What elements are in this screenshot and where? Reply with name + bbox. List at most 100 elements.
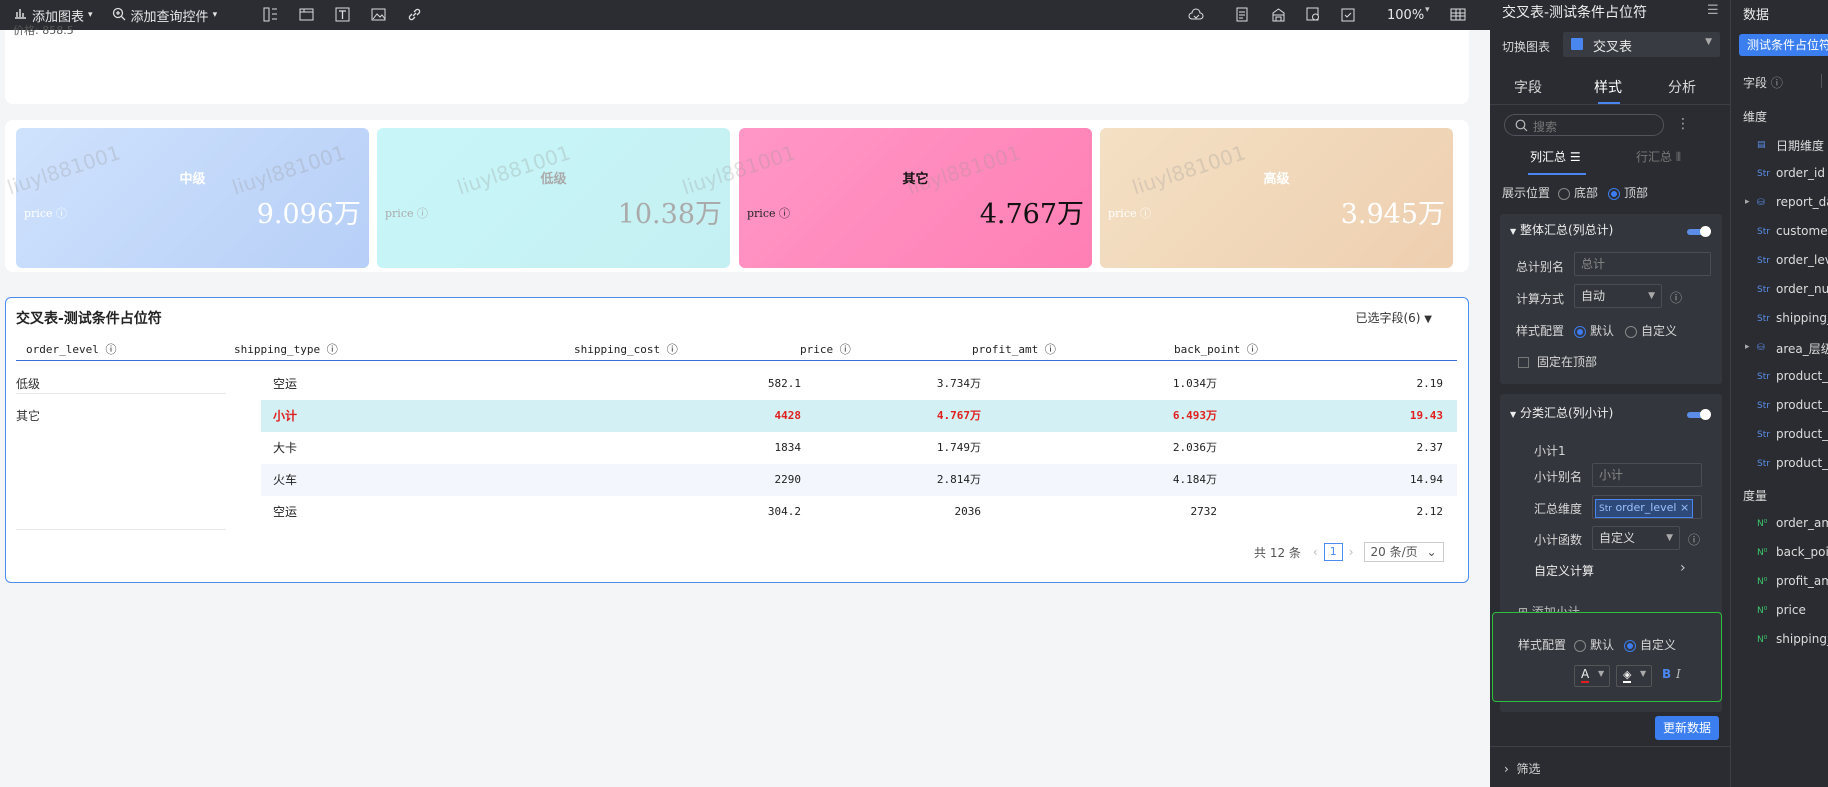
checklist-icon[interactable]: [1340, 7, 1356, 23]
custom-calc-link[interactable]: 自定义计算: [1534, 562, 1594, 579]
dimension-field[interactable]: order_lev: [1776, 253, 1828, 267]
caret-right-icon[interactable]: ▸: [1745, 342, 1750, 352]
dimension-field[interactable]: product_s: [1776, 398, 1828, 412]
dimension-field[interactable]: product_t: [1776, 369, 1828, 383]
header-profit-amt[interactable]: profit_amt ⓘ: [972, 341, 1056, 357]
text-icon[interactable]: [334, 7, 350, 23]
calc-method-select[interactable]: 自动 ▼: [1574, 284, 1662, 308]
dimension-field[interactable]: shipping_: [1776, 311, 1828, 325]
kpi-card-other[interactable]: 其它 price ⓘ 4.767万: [739, 128, 1092, 268]
dimension-field[interactable]: customer: [1776, 224, 1828, 238]
dataset-button[interactable]: 测试条件占位符: [1739, 34, 1828, 56]
dimension-field[interactable]: area_层级: [1776, 340, 1828, 357]
dimension-field[interactable]: 日期维度: [1776, 137, 1824, 154]
tab-fields[interactable]: 字段: [1514, 77, 1542, 97]
subtotal-style-custom-radio[interactable]: 自定义: [1624, 636, 1676, 653]
total-style-default-radio[interactable]: 默认: [1574, 322, 1614, 339]
table-row[interactable]: 空运 304.2 2036 2732 2.12: [261, 496, 1457, 528]
filter-section[interactable]: › 筛选: [1504, 760, 1540, 777]
subtotal-row[interactable]: 小计 4428 4.767万 6.493万 19.43: [261, 400, 1457, 432]
dimension-field[interactable]: report_da: [1776, 195, 1828, 209]
info-icon: ⓘ: [417, 207, 428, 220]
fill-color-picker[interactable]: ◈ ▼: [1616, 665, 1652, 687]
close-icon[interactable]: ×: [1680, 501, 1689, 514]
chart-type-select[interactable]: 交叉表 ▼: [1563, 32, 1720, 57]
update-data-button[interactable]: 更新数据: [1655, 716, 1719, 740]
tab-style[interactable]: 样式: [1594, 77, 1622, 97]
font-color-picker[interactable]: A ▼: [1574, 665, 1610, 687]
page-size-select[interactable]: 20 条/页 ⌄: [1363, 542, 1444, 562]
total-toggle[interactable]: [1687, 226, 1711, 237]
sub-tab-column-total[interactable]: 列汇总 ☰: [1530, 148, 1581, 165]
dimension-field[interactable]: order_id: [1776, 166, 1825, 180]
measure-field[interactable]: order_am: [1776, 516, 1828, 530]
chevron-down-icon[interactable]: ▾: [1425, 5, 1430, 15]
kpi-card-mid[interactable]: 中级 price ⓘ 9.096万: [16, 128, 369, 268]
kpi-card-low[interactable]: 低级 price ⓘ 10.38万: [377, 128, 730, 268]
subtotal-heading[interactable]: ▼ 分类汇总(列小计): [1510, 404, 1613, 421]
subtotal-dim-select[interactable]: Str order_level ×: [1592, 495, 1702, 519]
total-style-custom-radio[interactable]: 自定义: [1625, 322, 1677, 339]
tab-analysis[interactable]: 分析: [1668, 77, 1696, 97]
subtotal-toggle[interactable]: [1687, 409, 1711, 420]
bold-icon[interactable]: B: [1662, 667, 1671, 681]
active-sub-tab-indicator: [1528, 173, 1586, 175]
subtotal-style-default-radio[interactable]: 默认: [1574, 636, 1614, 653]
document-icon[interactable]: [1234, 7, 1250, 23]
measure-field[interactable]: back_poin: [1776, 545, 1828, 559]
table-row[interactable]: 空运 582.1 3.734万 1.034万 2.19: [261, 368, 1457, 400]
grid-icon[interactable]: [1450, 7, 1466, 23]
subtotal-alias-input[interactable]: 小计: [1592, 463, 1702, 487]
number-type-icon: N⁰: [1757, 519, 1768, 529]
more-vertical-icon[interactable]: ⋮: [1676, 116, 1690, 132]
cross-table-card[interactable]: 交叉表-测试条件占位符 已选字段(6) ▼ order_level ⓘ ship…: [5, 297, 1469, 583]
selected-fields-dropdown[interactable]: 已选字段(6) ▼: [1355, 309, 1432, 326]
page-number[interactable]: 1: [1323, 543, 1343, 561]
table-row[interactable]: 火车 2290 2.814万 4.184万 14.94: [261, 464, 1457, 496]
dimension-field[interactable]: order_nun: [1776, 282, 1828, 296]
measure-field[interactable]: profit_am: [1776, 574, 1828, 588]
chevron-right-icon[interactable]: ›: [1680, 560, 1686, 576]
total-alias-input[interactable]: 总计: [1574, 252, 1711, 276]
fix-top-checkbox[interactable]: 固定在顶部: [1518, 353, 1597, 370]
preview-icon[interactable]: [1305, 7, 1321, 23]
measure-field[interactable]: shipping_: [1776, 632, 1828, 646]
info-icon[interactable]: ⓘ: [1670, 289, 1682, 306]
kpi-card-high[interactable]: 高级 price ⓘ 3.945万: [1100, 128, 1453, 268]
building-icon[interactable]: [1270, 7, 1286, 23]
cloud-check-icon[interactable]: [1188, 7, 1204, 23]
layout-icon[interactable]: [262, 7, 278, 23]
dimension-field[interactable]: product_n: [1776, 427, 1828, 441]
menu-collapse-icon[interactable]: ☰: [1707, 3, 1719, 18]
cell-profit-amt: 2732: [1190, 505, 1218, 518]
image-icon[interactable]: [370, 7, 386, 23]
caret-right-icon[interactable]: ▸: [1745, 197, 1750, 207]
tab-component-icon[interactable]: [298, 7, 314, 23]
header-shipping-type[interactable]: shipping_type ⓘ: [234, 341, 338, 357]
dim-tag[interactable]: Str order_level ×: [1595, 499, 1694, 518]
prev-page-icon[interactable]: ‹: [1313, 545, 1318, 559]
table-row[interactable]: 大卡 1834 1.749万 2.036万 2.37: [261, 432, 1457, 464]
header-shipping-cost[interactable]: shipping_cost ⓘ: [574, 341, 678, 357]
zoom-level[interactable]: 100%: [1387, 8, 1424, 23]
next-page-icon[interactable]: ›: [1349, 545, 1354, 559]
search-input[interactable]: 搜索: [1504, 114, 1664, 136]
position-bottom-radio[interactable]: 底部: [1558, 184, 1598, 201]
add-query-button[interactable]: 添加查询控件 ▾: [111, 6, 217, 25]
header-back-point[interactable]: back_point ⓘ: [1174, 341, 1258, 357]
header-price[interactable]: price ⓘ: [800, 341, 851, 357]
measure-field[interactable]: price: [1776, 603, 1806, 617]
cell-profit-amt: 2.036万: [1172, 441, 1217, 454]
header-order-level[interactable]: order_level ⓘ: [26, 341, 116, 357]
radio-icon: [1574, 639, 1586, 652]
italic-icon[interactable]: I: [1676, 667, 1681, 681]
position-top-radio[interactable]: 顶部: [1608, 184, 1648, 201]
dimension-field[interactable]: product_b: [1776, 456, 1828, 470]
info-icon[interactable]: ⓘ: [1688, 531, 1700, 548]
total-heading[interactable]: ▼ 整体汇总(列总计): [1510, 221, 1613, 238]
link-icon[interactable]: [406, 7, 422, 23]
number-type-icon: N⁰: [1757, 577, 1768, 587]
page-size-value: 20 条/页: [1370, 545, 1418, 559]
subtotal-func-select[interactable]: 自定义 ▼: [1592, 526, 1680, 550]
sub-tab-row-total[interactable]: 行汇总 ⫴: [1636, 148, 1681, 165]
